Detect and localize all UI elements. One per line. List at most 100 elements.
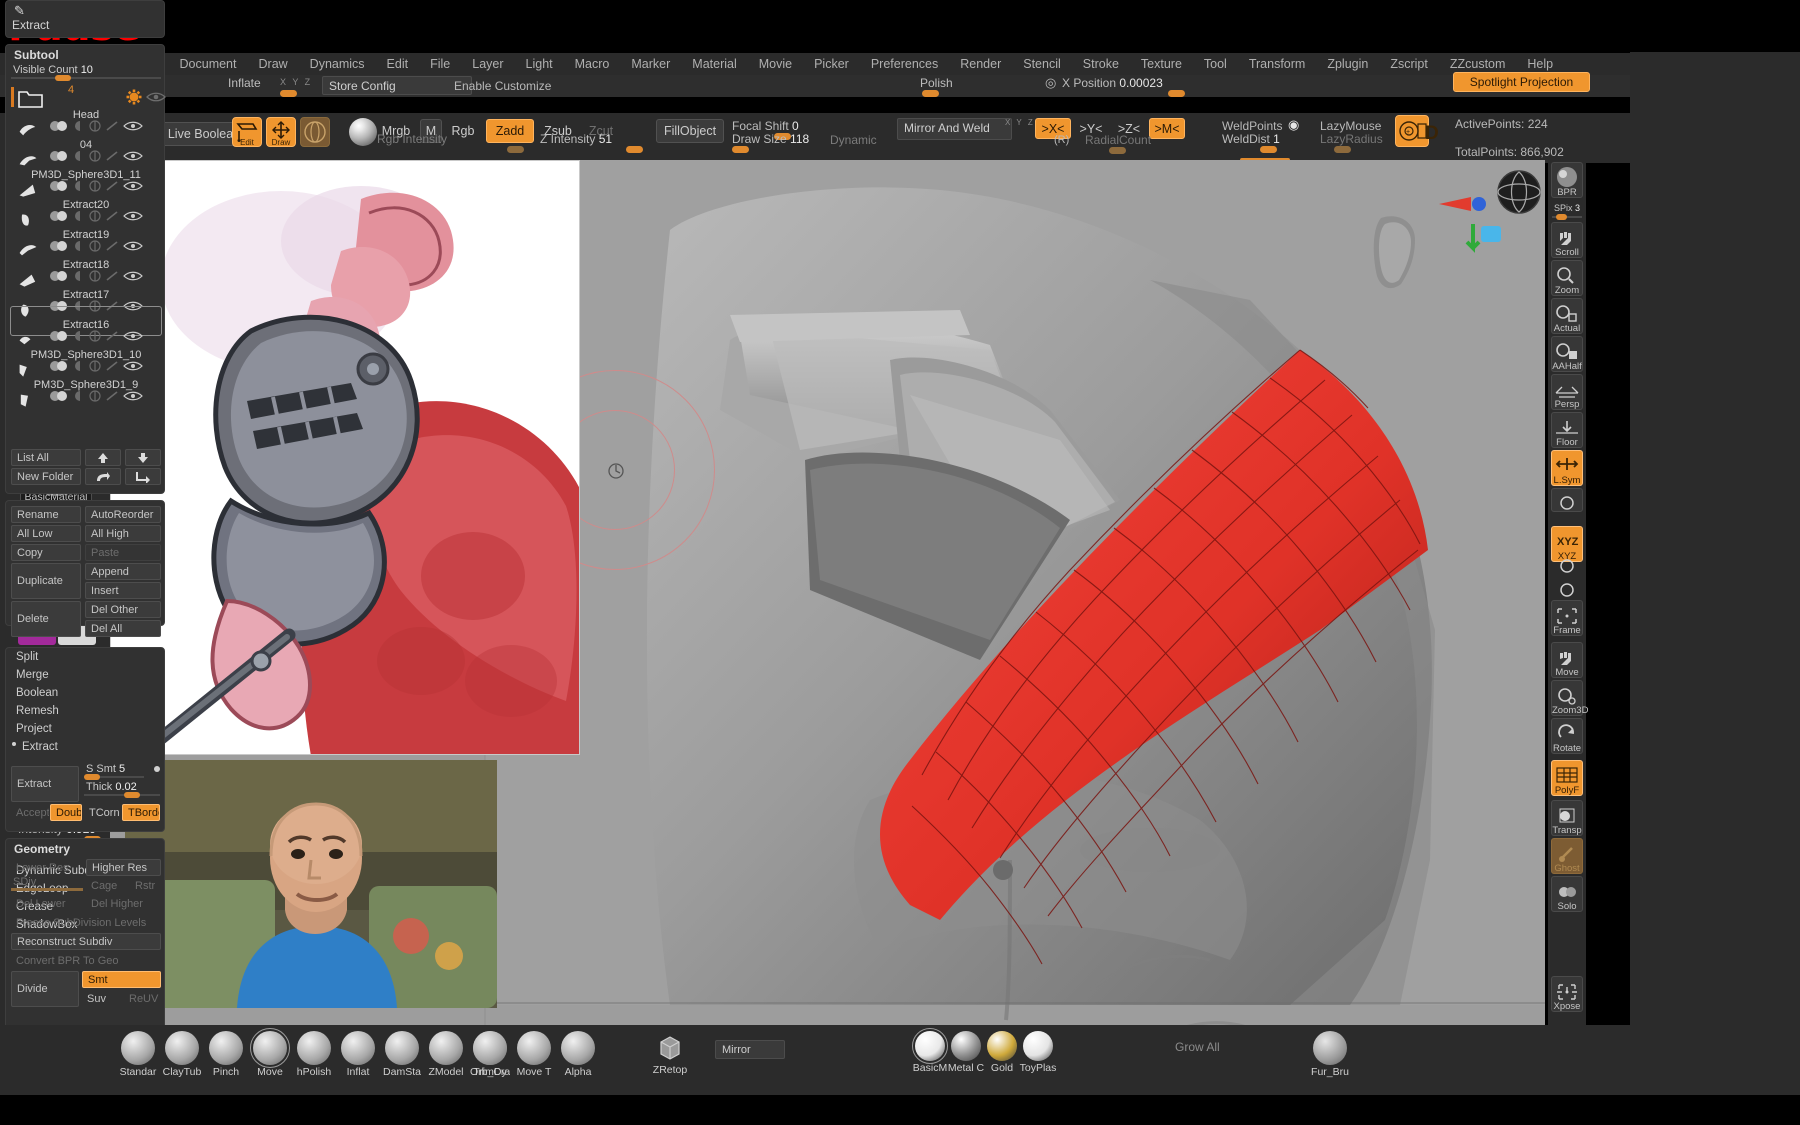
brush-standar[interactable]: Standar bbox=[118, 1031, 158, 1078]
all-high-button[interactable]: All High bbox=[85, 525, 161, 542]
grow-all-label[interactable]: Grow All bbox=[1175, 1040, 1220, 1054]
thick-slider[interactable]: Thick 0.02 bbox=[84, 781, 160, 798]
tborder-button[interactable]: TBorder bbox=[122, 804, 160, 821]
del-other-button[interactable]: Del Other bbox=[85, 601, 161, 618]
menu-item-picker[interactable]: Picker bbox=[803, 55, 860, 73]
radial-symmetry-icon[interactable]: ◎ bbox=[1045, 75, 1056, 91]
del-all-button[interactable]: Del All bbox=[85, 620, 161, 637]
viewport-tool-12-button[interactable] bbox=[1551, 576, 1583, 600]
polypaint-icon[interactable] bbox=[89, 360, 102, 375]
menu-item-dynamics[interactable]: Dynamics bbox=[299, 55, 376, 73]
subtool-icon-row[interactable] bbox=[48, 390, 143, 405]
auto-reorder-button[interactable]: AutoReorder bbox=[85, 506, 161, 523]
viewport-solo-button[interactable]: Solo bbox=[1551, 876, 1583, 912]
visibility-dual-icon[interactable] bbox=[48, 150, 70, 165]
eye-icon[interactable] bbox=[123, 330, 143, 345]
mirror-and-weld-field[interactable]: Mirror And Weld bbox=[897, 118, 1012, 140]
polypaint-icon[interactable] bbox=[89, 180, 102, 195]
reconstruct-subdiv-button[interactable]: Reconstruct Subdiv bbox=[11, 933, 161, 950]
subtool-icon-row[interactable] bbox=[48, 120, 143, 135]
del-lower-button[interactable]: Del Lower bbox=[11, 895, 83, 912]
double-button[interactable]: Double bbox=[50, 804, 82, 821]
draw-mode-icon[interactable]: Draw bbox=[266, 117, 296, 147]
copy-button[interactable]: Copy bbox=[11, 544, 81, 561]
polypaint-icon[interactable] bbox=[89, 390, 102, 405]
slider-knob[interactable] bbox=[1260, 146, 1277, 153]
subtool-row[interactable]: PM3D_Sphere3D1_11 bbox=[8, 169, 164, 199]
menu-item-help[interactable]: Help bbox=[1516, 55, 1564, 73]
convert-bpr-button[interactable]: Convert BPR To Geo bbox=[11, 952, 161, 969]
brush-slash-icon[interactable] bbox=[105, 330, 120, 345]
remesh-section[interactable]: Remesh bbox=[6, 702, 164, 720]
brush-trimdy[interactable]: TrimDy bbox=[470, 1031, 510, 1078]
menu-item-tool[interactable]: Tool bbox=[1193, 55, 1238, 73]
slider-knob[interactable] bbox=[1334, 146, 1351, 153]
subtool-folder-row[interactable]: 4 bbox=[10, 84, 166, 111]
viewport-l-sym-button[interactable]: L.Sym bbox=[1551, 450, 1583, 486]
menu-item-stroke[interactable]: Stroke bbox=[1072, 55, 1130, 73]
list-all-button[interactable]: List All bbox=[11, 449, 81, 466]
higher-res-button[interactable]: Higher Res bbox=[86, 859, 161, 876]
mirror-field[interactable]: Mirror bbox=[715, 1040, 785, 1059]
visibility-dual-icon[interactable] bbox=[48, 180, 70, 195]
visibility-dual-icon[interactable] bbox=[48, 120, 70, 135]
x-position-slider[interactable]: X Position 0.00023 bbox=[1062, 76, 1196, 97]
radial-count-slider[interactable]: RadialCount bbox=[1085, 133, 1195, 154]
visibility-dual-icon[interactable] bbox=[48, 240, 70, 255]
viewport-frame-button[interactable]: Frame bbox=[1551, 600, 1583, 636]
mirror-xyz-label[interactable]: X Y Z bbox=[1005, 118, 1035, 127]
brush-alpha[interactable]: Alpha bbox=[558, 1031, 598, 1078]
smt-button[interactable]: Smt bbox=[82, 971, 161, 988]
smooth-half-icon[interactable] bbox=[73, 150, 86, 165]
weld-points-radio-icon[interactable]: ◉ bbox=[1288, 117, 1299, 133]
project-section[interactable]: Project bbox=[6, 720, 164, 738]
slider-knob[interactable] bbox=[280, 90, 297, 97]
s-smt-dot-icon[interactable] bbox=[154, 766, 160, 772]
material-basicm[interactable]: BasicM bbox=[910, 1028, 950, 1074]
polypaint-icon[interactable] bbox=[89, 270, 102, 285]
viewport-zoom-button[interactable]: Zoom bbox=[1551, 260, 1583, 296]
viewport-zoom3d-button[interactable]: Zoom3D bbox=[1551, 680, 1588, 716]
brush-move-t[interactable]: Move T bbox=[514, 1031, 554, 1078]
new-folder-button[interactable]: New Folder bbox=[11, 468, 81, 485]
brush-damsta[interactable]: DamSta bbox=[382, 1031, 422, 1078]
subtool-icon-row[interactable] bbox=[48, 270, 143, 285]
polypaint-icon[interactable] bbox=[89, 240, 102, 255]
move-into-folder-button[interactable] bbox=[125, 468, 161, 485]
paste-button[interactable]: Paste bbox=[85, 544, 161, 561]
eye-icon[interactable] bbox=[123, 360, 143, 375]
eye-icon[interactable] bbox=[123, 120, 143, 135]
store-config-field[interactable]: Store Config bbox=[322, 76, 472, 95]
menu-item-edit[interactable]: Edit bbox=[376, 55, 420, 73]
menu-item-zzcustom[interactable]: ZZcustom bbox=[1439, 55, 1517, 73]
smooth-half-icon[interactable] bbox=[73, 390, 86, 405]
smooth-half-icon[interactable] bbox=[73, 180, 86, 195]
extract-action-button[interactable]: Extract bbox=[11, 766, 79, 802]
tcorner-button[interactable]: TCorner bbox=[84, 804, 120, 821]
reuv-button[interactable]: ReUV bbox=[124, 990, 162, 1007]
webcam-overlay[interactable] bbox=[125, 760, 497, 1008]
axis-gizmo[interactable] bbox=[1435, 182, 1501, 265]
menu-item-material[interactable]: Material bbox=[681, 55, 747, 73]
extract-section[interactable]: Extract bbox=[6, 738, 164, 756]
subtool-row[interactable]: Extract16 bbox=[8, 306, 164, 349]
lower-res-button[interactable]: Lower Res bbox=[11, 859, 83, 876]
menu-item-macro[interactable]: Macro bbox=[564, 55, 621, 73]
subtool-row[interactable]: 04 bbox=[8, 139, 164, 169]
material-toyplas[interactable]: ToyPlas bbox=[1018, 1031, 1058, 1074]
menu-item-movie[interactable]: Movie bbox=[748, 55, 803, 73]
eye-icon[interactable] bbox=[123, 390, 143, 405]
subtool-icon-row[interactable] bbox=[48, 210, 143, 225]
sdiv-slider[interactable]: SDiv bbox=[11, 876, 83, 893]
brush-slash-icon[interactable] bbox=[105, 390, 120, 405]
xyz-toggle-label[interactable]: X Y Z bbox=[280, 77, 312, 87]
subtool-icon-row[interactable] bbox=[48, 180, 143, 195]
eye-icon[interactable] bbox=[123, 210, 143, 225]
visibility-dual-icon[interactable] bbox=[48, 210, 70, 225]
menu-item-file[interactable]: File bbox=[419, 55, 461, 73]
subtool-icon-row[interactable] bbox=[48, 150, 143, 165]
viewport-transp-button[interactable]: Transp bbox=[1551, 800, 1583, 836]
menu-item-light[interactable]: Light bbox=[515, 55, 564, 73]
subtool-icon-row[interactable] bbox=[48, 360, 143, 375]
subtool-icon-row[interactable] bbox=[48, 330, 143, 345]
